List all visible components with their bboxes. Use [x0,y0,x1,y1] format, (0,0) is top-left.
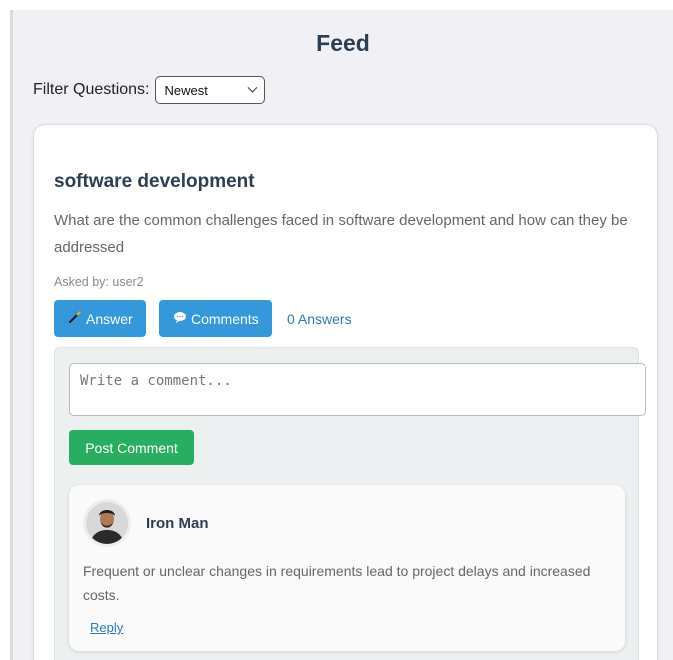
answers-count-link[interactable]: 0 Answers [287,311,352,327]
asked-by: Asked by: user2 [54,275,144,289]
page-title: Feed [316,30,370,56]
question-actions: Answer Comments 0 Answers [54,300,352,337]
chevron-down-icon [248,82,258,93]
feed-app: Feed Filter Questions: Newest software d… [10,10,673,660]
pencil-icon [68,310,82,327]
comment-panel: Write a comment... Post Comment Iron Man… [54,347,646,660]
filter-label: Filter Questions: [33,81,150,98]
comment-text: Frequent or unclear changes in requireme… [83,563,591,603]
question-card: software development What are the common… [33,124,658,660]
reply-link[interactable]: Reply [90,620,123,635]
filter-select[interactable]: Newest [155,76,266,104]
comment-card: Iron Man Frequent or unclear changes in … [69,485,625,651]
comment-author: Iron Man [146,515,209,532]
comment-input[interactable]: Write a comment... [69,363,646,416]
speech-bubble-icon [173,311,187,327]
answer-button[interactable]: Answer [54,300,146,337]
comments-button[interactable]: Comments [159,300,272,337]
comments-button-label: Comments [191,310,259,327]
filter-row: Filter Questions: Newest [33,76,266,104]
avatar [83,499,131,547]
answer-button-label: Answer [86,310,133,327]
question-title: software development [54,171,255,192]
post-comment-button[interactable]: Post Comment [69,430,194,465]
filter-selected-value: Newest [164,82,208,98]
question-text: What are the common challenges faced in … [54,212,628,256]
